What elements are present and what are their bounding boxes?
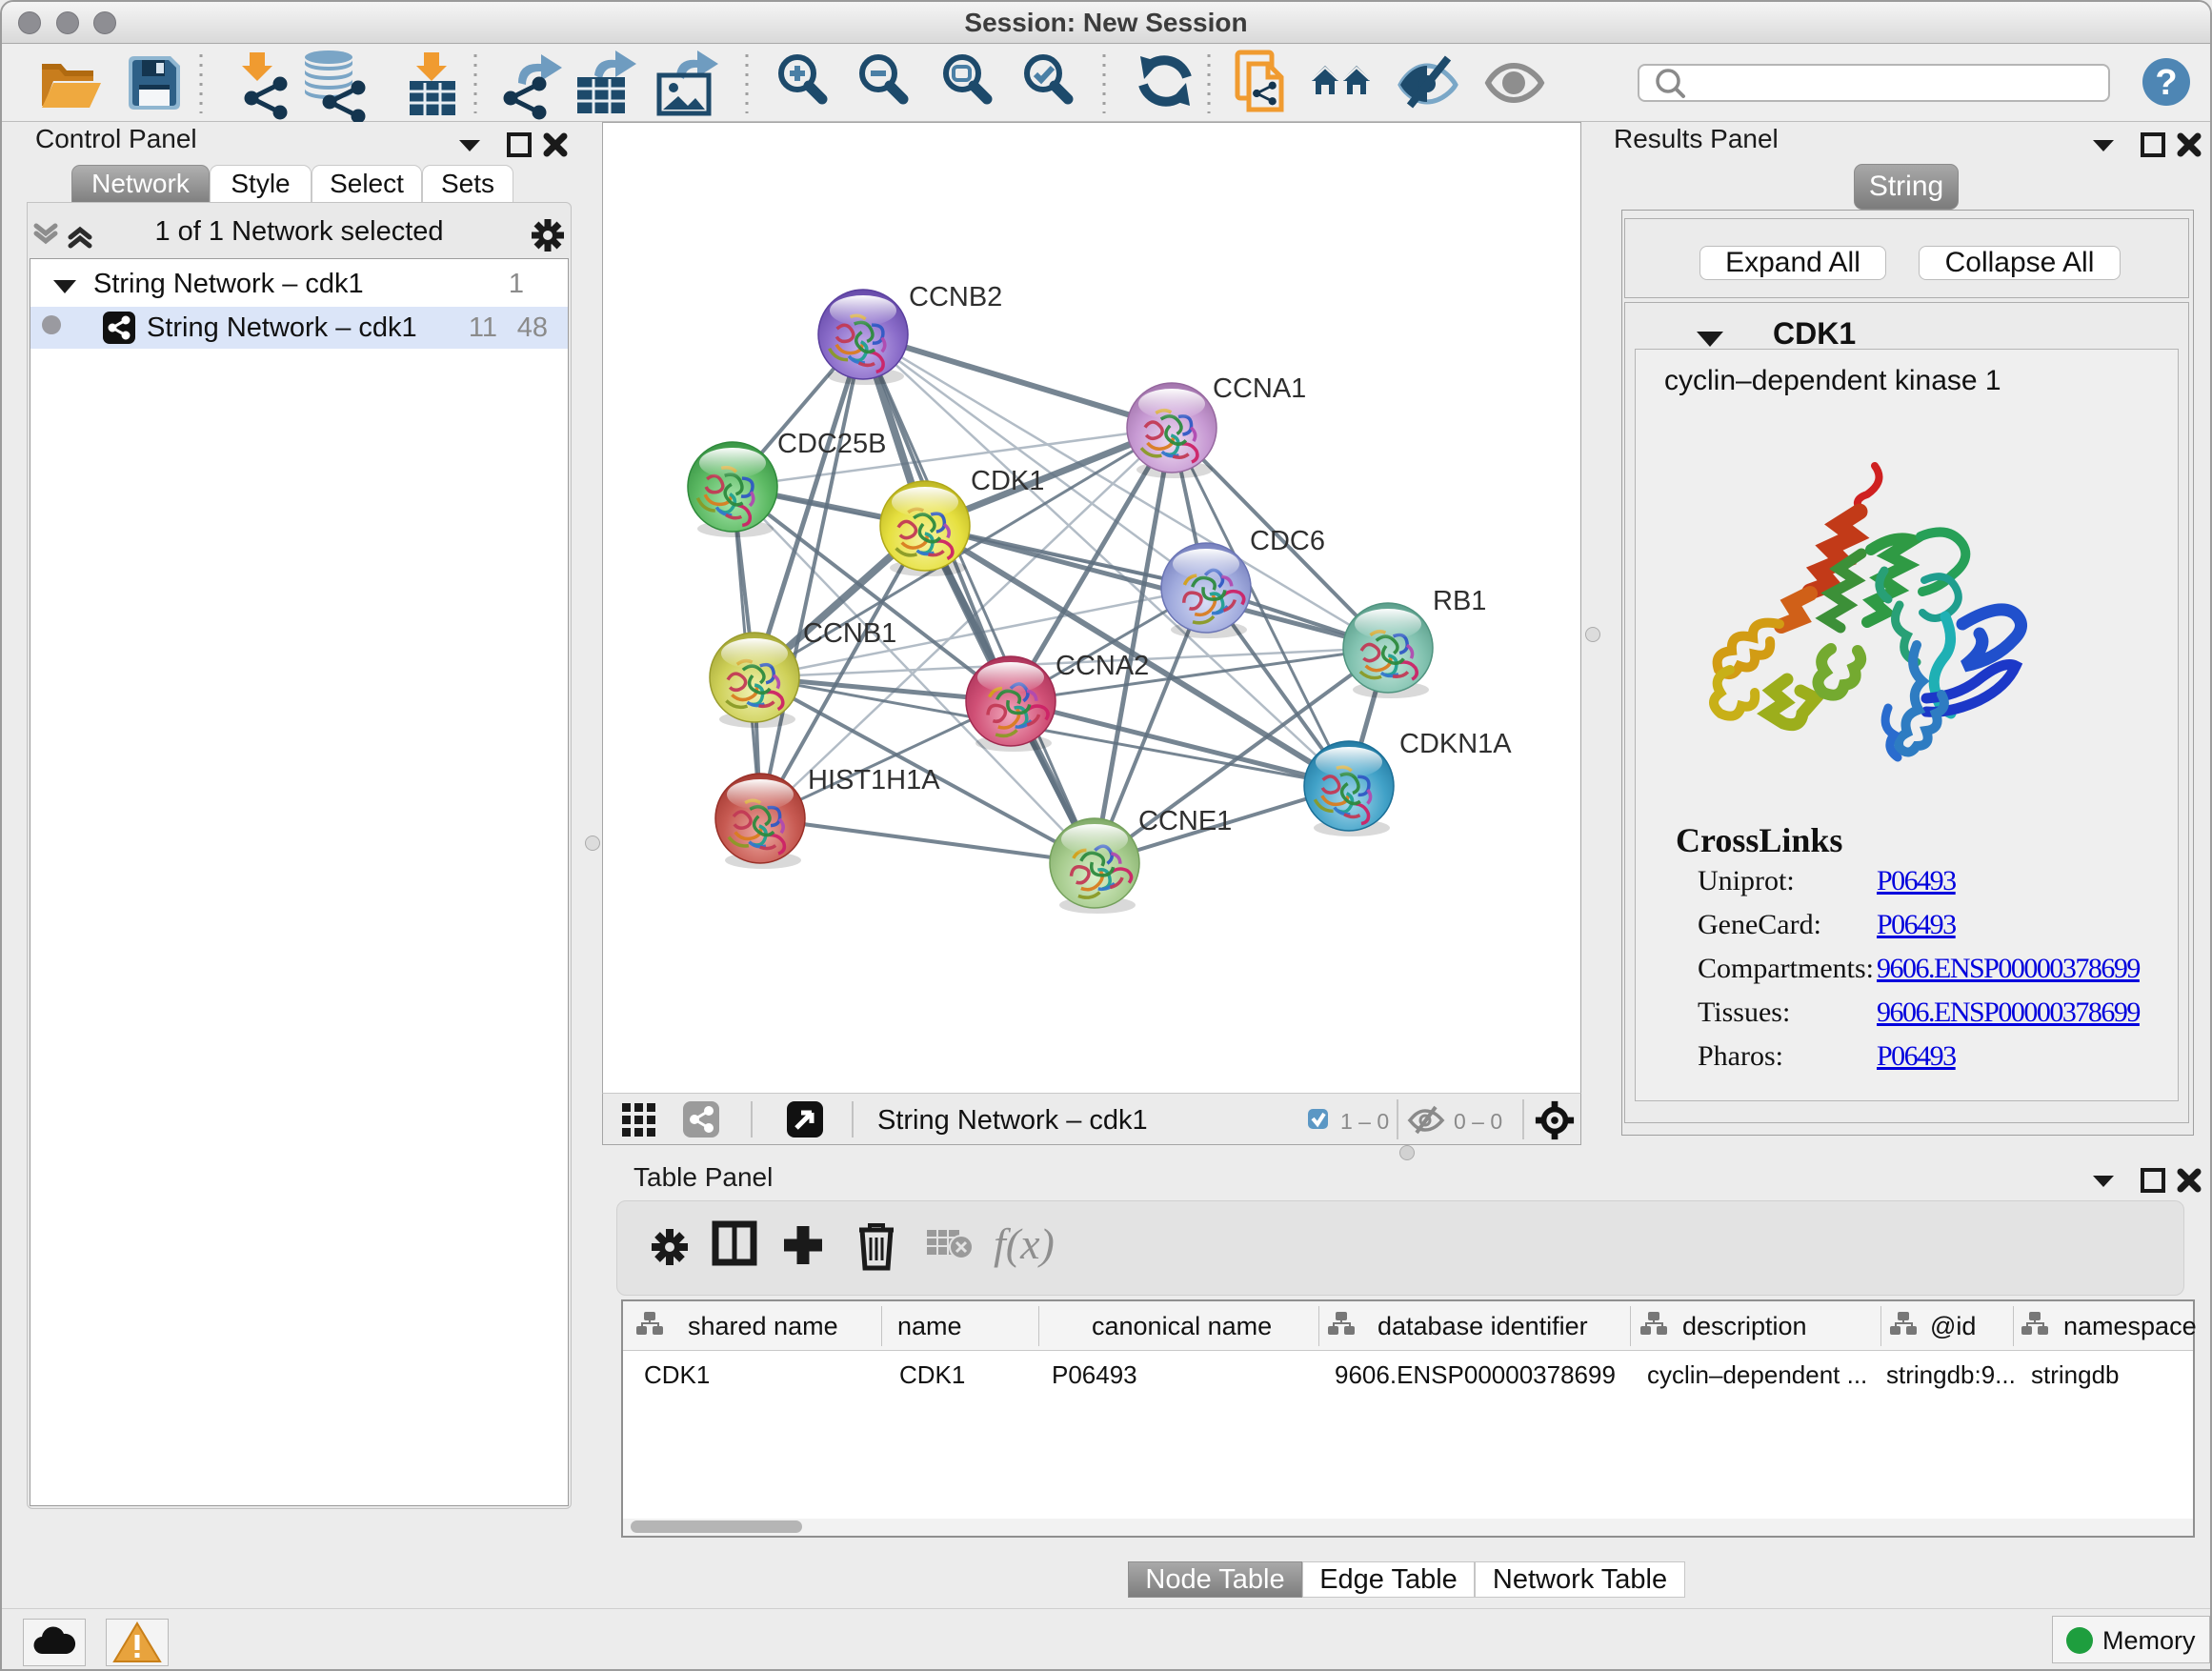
- svg-text:f(x): f(x): [994, 1219, 1055, 1268]
- svg-text:CCNE1: CCNE1: [1138, 806, 1232, 836]
- svg-text:HIST1H1A: HIST1H1A: [808, 765, 940, 795]
- svg-text:?: ?: [2155, 63, 2177, 103]
- svg-text:CDKN1A: CDKN1A: [1399, 729, 1512, 759]
- svg-text:0 – 0: 0 – 0: [1454, 1109, 1502, 1134]
- svg-text:CDK1: CDK1: [971, 466, 1044, 496]
- svg-text:1 – 0: 1 – 0: [1340, 1109, 1389, 1134]
- svg-text:RB1: RB1: [1433, 586, 1486, 616]
- svg-text:CDC25B: CDC25B: [777, 429, 886, 459]
- svg-text:String Network – cdk1: String Network – cdk1: [877, 1105, 1148, 1136]
- svg-text:CCNA2: CCNA2: [1056, 651, 1149, 681]
- svg-text:CCNA1: CCNA1: [1213, 373, 1306, 404]
- svg-text:CCNB1: CCNB1: [803, 618, 896, 649]
- svg-text:CDC6: CDC6: [1250, 526, 1325, 556]
- svg-text:CCNB2: CCNB2: [909, 282, 1002, 312]
